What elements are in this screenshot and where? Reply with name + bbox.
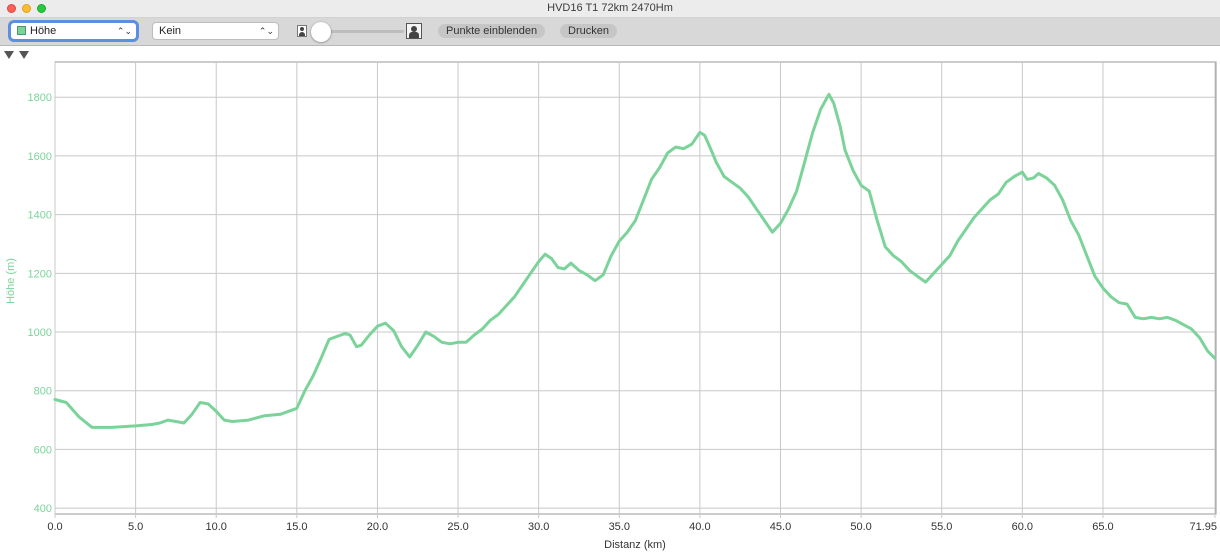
x-tick-label: 20.0 [367,521,388,533]
y-tick-label: 400 [34,503,52,515]
y-tick-label: 1600 [28,151,52,163]
app-window: HVD16 T1 72km 2470Hm Höhe ⌃⌄ Kein ⌃⌄ Pun… [0,0,1220,554]
y-tick-label: 1400 [28,210,52,222]
small-person-icon [297,25,307,37]
x-tick-label: 60.0 [1012,521,1033,533]
secondary-data-select[interactable]: Kein ⌃⌄ [152,22,279,40]
y-tick-label: 600 [34,444,52,456]
series-color-swatch [17,26,26,35]
y-tick-label: 800 [34,386,52,398]
x-tick-label: 10.0 [206,521,227,533]
x-tick-label: 45.0 [770,521,791,533]
y-axis-label: Höhe (m) [5,258,17,304]
show-points-button[interactable]: Punkte einblenden [438,24,546,38]
y-tick-label: 1200 [28,268,52,280]
primary-select-value: Höhe [30,25,57,37]
y-tick-label: 1000 [28,327,52,339]
x-tick-label: 15.0 [286,521,307,533]
x-axis-label: Distanz (km) [604,539,666,551]
chevron-updown-icon: ⌃⌄ [258,26,274,36]
x-tick-label: 25.0 [447,521,468,533]
x-tick-label: 30.0 [528,521,549,533]
y-tick-label: 1800 [28,92,52,104]
chevron-updown-icon: ⌃⌄ [116,26,132,36]
secondary-select-value: Kein [159,25,182,37]
x-tick-label: 65.0 [1092,521,1113,533]
x-tick-label: 40.0 [689,521,710,533]
y-tick-labels: 400 600 800 1000 1200 1400 1600 1800 [28,92,52,515]
print-button[interactable]: Drucken [560,24,617,38]
x-tick-label: 0.0 [47,521,62,533]
elevation-chart: 400 600 800 1000 1200 1400 1600 1800 0.0 5.0 10.0… [5,61,1217,551]
primary-data-select[interactable]: Höhe ⌃⌄ [10,22,137,40]
window-title: HVD16 T1 72km 2470Hm [547,2,673,14]
x-tick-label: 35.0 [609,521,630,533]
title-bar: HVD16 T1 72km 2470Hm [0,0,1220,18]
zoom-slider-knob[interactable] [311,22,331,42]
x-tick-label: 55.0 [931,521,952,533]
toolbar: Höhe ⌃⌄ Kein ⌃⌄ Punkte einblenden Drucke… [0,18,1220,46]
x-tick-label: 50.0 [850,521,871,533]
x-tick-label: 5.0 [128,521,143,533]
plot-area [54,61,1217,515]
x-tick-labels: 0.0 5.0 10.0 15.0 20.0 25.0 30.0 35.0 40.0 45.0 50… [47,521,1217,533]
x-tick-label: 71.95 [1189,521,1217,533]
large-person-icon [406,23,422,39]
